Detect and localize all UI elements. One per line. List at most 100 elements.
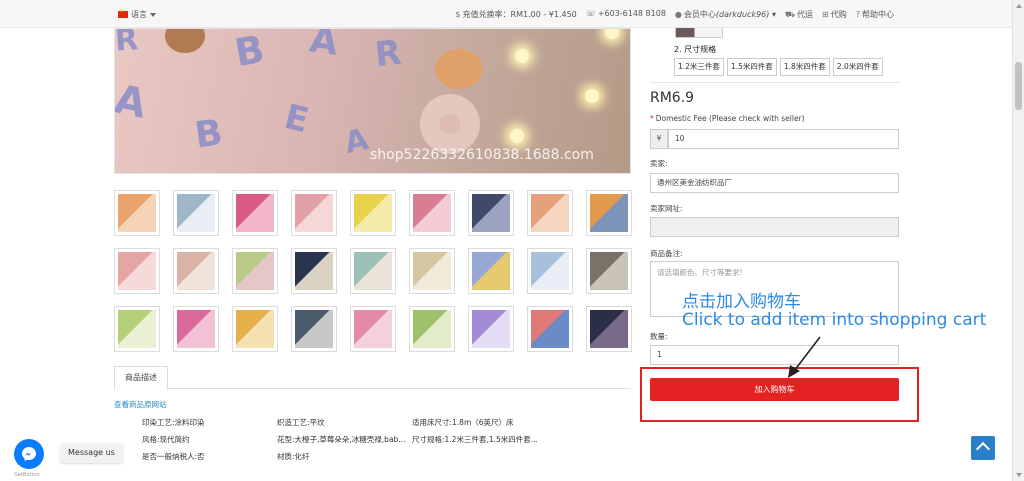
product-thumbnail[interactable] — [350, 306, 396, 352]
scrollbar-thumb[interactable] — [1015, 62, 1022, 110]
product-thumbnail[interactable] — [409, 248, 455, 294]
product-thumbnail[interactable] — [114, 306, 160, 352]
attribute-item: 织造工艺:平纹 — [277, 417, 412, 428]
light-bulb — [510, 129, 524, 143]
thumbnail-image — [531, 252, 569, 290]
annotation-arrow-icon — [788, 336, 821, 378]
product-thumbnail[interactable] — [232, 306, 278, 352]
seller-input[interactable]: 通州区美金油纺织品厂 — [650, 173, 899, 193]
phone-link[interactable]: ☏ +603-6148 8108 — [586, 9, 666, 20]
product-thumbnail[interactable] — [291, 190, 337, 236]
page-scrollbar[interactable] — [1012, 0, 1024, 481]
tab-description[interactable]: 商品描述 — [114, 366, 168, 390]
price: RM6.9 — [650, 90, 695, 106]
remarks-label: 商品备注: — [650, 249, 683, 258]
size-option[interactable]: 1.2米三件套 — [674, 58, 724, 76]
language-label: 语言 — [131, 10, 147, 19]
seller-url-label: 卖家网址: — [650, 204, 683, 213]
member-center-menu[interactable]: ● 会员中心(darkduck96) ▾ — [675, 9, 776, 20]
required-mark: * — [650, 114, 654, 123]
size-option[interactable]: 1.5米四件套 — [726, 58, 777, 76]
product-thumbnail[interactable] — [468, 190, 514, 236]
agent-link[interactable]: ⛟ 代运 — [785, 9, 813, 20]
messenger-button[interactable] — [14, 439, 44, 469]
product-thumbnail[interactable] — [468, 248, 514, 294]
attribute-key: 尺寸规格: — [412, 435, 445, 444]
message-us-label[interactable]: Message us — [60, 443, 123, 463]
attribute-item: 适用床尺寸:1.8m（6英尺）床 — [412, 417, 562, 428]
add-to-cart-button[interactable]: 加入购物车 — [650, 378, 899, 401]
language-selector[interactable]: 语言 — [118, 8, 156, 20]
top-links: $ 充值兑换率：RM1.00 - ¥1.450 ☏ +603-6148 8108 ●… — [455, 9, 894, 20]
attribute-value: 否 — [197, 452, 205, 461]
thumbnail-image — [413, 194, 451, 232]
product-thumbnail[interactable] — [527, 248, 573, 294]
product-thumbnail[interactable] — [527, 306, 573, 352]
product-thumbnail[interactable] — [232, 248, 278, 294]
purchase-link[interactable]: ⊞ 代购 — [822, 9, 847, 20]
view-original-link[interactable]: 查看商品原网站 — [114, 399, 167, 410]
product-thumbnail[interactable] — [350, 190, 396, 236]
exchange-value: RM1.00 - ¥1.450 — [510, 10, 577, 19]
product-thumbnail[interactable] — [527, 190, 573, 236]
thumbnail-image — [413, 310, 451, 348]
size-option[interactable]: 2.0米四件套 — [832, 58, 883, 76]
china-flag-icon — [118, 8, 128, 18]
attribute-key: 花型: — [277, 435, 295, 444]
help-link[interactable]: ? 帮助中心 — [856, 9, 894, 20]
bear-print — [165, 29, 205, 53]
size-spec-label: 2. 尺寸规格 — [674, 45, 717, 54]
print-letter: R — [114, 28, 140, 59]
product-thumbnail[interactable] — [586, 190, 632, 236]
divider — [650, 82, 900, 83]
attribute-key: 印染工艺: — [142, 418, 175, 427]
annotation-text-en: Click to add item into shopping cart — [682, 310, 987, 330]
print-letter: E — [280, 96, 313, 142]
size-option[interactable]: 1.8米四件套 — [779, 58, 830, 76]
attribute-item — [412, 451, 562, 462]
attribute-value: 1.2米三件套,1.5米四件套... — [444, 435, 538, 444]
product-thumbnail[interactable] — [586, 248, 632, 294]
dollar-icon: $ — [455, 10, 461, 19]
agent-label: 代运 — [797, 10, 814, 19]
product-thumbnail[interactable] — [232, 190, 278, 236]
scroll-down-icon[interactable] — [1016, 473, 1022, 477]
scroll-up-icon[interactable] — [1016, 4, 1022, 8]
print-letter: B — [231, 28, 268, 76]
light-bulb — [605, 29, 619, 39]
back-to-top-button[interactable] — [971, 436, 995, 460]
product-thumbnail[interactable] — [350, 248, 396, 294]
domestic-fee-input[interactable]: 10 — [668, 129, 899, 149]
product-thumbnail[interactable] — [173, 306, 219, 352]
domestic-fee-label: * Domestic Fee (Please check with seller) — [650, 114, 805, 123]
seller-url-input[interactable] — [650, 217, 899, 237]
thumbnail-image — [472, 252, 510, 290]
product-thumbnail[interactable] — [291, 248, 337, 294]
product-thumbnail[interactable] — [173, 190, 219, 236]
product-thumbnail[interactable] — [114, 190, 160, 236]
product-thumbnail[interactable] — [409, 306, 455, 352]
annotation-text-cn: 点击加入购物车 — [682, 292, 801, 312]
thumbnail-image — [472, 310, 510, 348]
thumbnail-image — [531, 194, 569, 232]
thumbnail-image — [177, 194, 215, 232]
cart-icon: ⊞ — [822, 10, 829, 19]
print-letter: R — [372, 32, 404, 76]
top-bar: 语言 $充值兑换率：RM1.00 - ¥1.450 ☏+603-6148 810… — [0, 0, 1012, 28]
thumbnail-image — [295, 310, 333, 348]
attribute-key: 适用床尺寸: — [412, 418, 453, 427]
print-letter: A — [341, 121, 372, 162]
product-thumbnail[interactable] — [468, 306, 514, 352]
product-thumbnail[interactable] — [586, 306, 632, 352]
quantity-input[interactable]: 1 — [650, 345, 899, 365]
attribute-value: 化纤 — [294, 452, 310, 461]
product-thumbnail[interactable] — [114, 248, 160, 294]
product-thumbnail[interactable] — [291, 306, 337, 352]
thumbnail-image — [472, 194, 510, 232]
bear-print — [435, 49, 483, 89]
chevron-down-icon: ▾ — [771, 10, 776, 19]
product-thumbnail[interactable] — [409, 190, 455, 236]
print-letter: A — [114, 76, 151, 128]
product-thumbnail[interactable] — [173, 248, 219, 294]
selected-variant-thumbnail[interactable] — [675, 28, 723, 38]
